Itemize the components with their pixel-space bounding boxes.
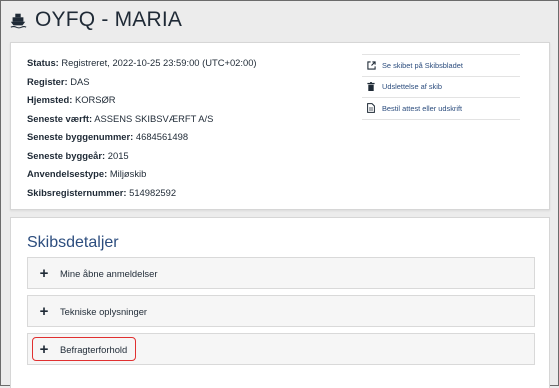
delete-ship-link[interactable]: Udslettelse af skib (362, 75, 520, 98)
external-link-icon (366, 60, 376, 70)
page-header: OYFQ - MARIA (9, 7, 182, 33)
info-row-register: Register: DAS (27, 75, 90, 87)
accordion-tekniske-oplysninger[interactable]: + Tekniske oplysninger (27, 295, 535, 327)
plus-icon: + (39, 264, 49, 282)
trash-icon (366, 82, 376, 92)
info-row-hjemsted: Hjemsted: KORSØR (27, 94, 116, 105)
info-row-vaerft: Seneste værft: ASSENS SKIBSVÆRFT A/S (27, 112, 214, 124)
info-row-anvendelsestype: Anvendelsestype: Miljøskib (27, 168, 147, 179)
accordion-label: Mine åbne anmeldelser (60, 267, 158, 279)
ship-details-card: Skibsdetaljer + Mine åbne anmeldelser + … (10, 217, 550, 388)
info-row-byggeaar: Seneste byggeår: 2015 (27, 149, 129, 161)
info-row-skibsregisternummer: Skibsregisternummer: 514982592 (27, 186, 177, 198)
ship-icon (10, 13, 27, 29)
action-links: Se skibet på Skibsbladet Udslettelse af … (362, 54, 520, 120)
accordion-befragterforhold[interactable]: + Befragterforhold (27, 333, 535, 365)
document-icon (366, 103, 376, 114)
plus-icon: + (39, 302, 49, 320)
info-row-byggenummer: Seneste byggenummer: 4684561498 (27, 131, 189, 142)
accordion-label: Tekniske oplysninger (60, 305, 148, 317)
section-title: Skibsdetaljer (27, 234, 119, 251)
ship-info-card: Status: Registreret, 2022-10-25 23:59:00… (10, 42, 550, 210)
highlight-box (32, 337, 136, 361)
accordion-mine-aabne-anmeldelser[interactable]: + Mine åbne anmeldelser (27, 257, 535, 289)
ship-info-list: Status: Registreret, 2022-10-25 23:59:00… (27, 54, 257, 202)
page-title: OYFQ - MARIA (35, 8, 183, 31)
view-in-skibsbladet-link[interactable]: Se skibet på Skibsbladet (362, 54, 520, 76)
order-certificate-link[interactable]: Bestil attest eller udskrift (362, 97, 520, 120)
info-row-status: Status: Registreret, 2022-10-25 23:59:00… (27, 57, 257, 68)
